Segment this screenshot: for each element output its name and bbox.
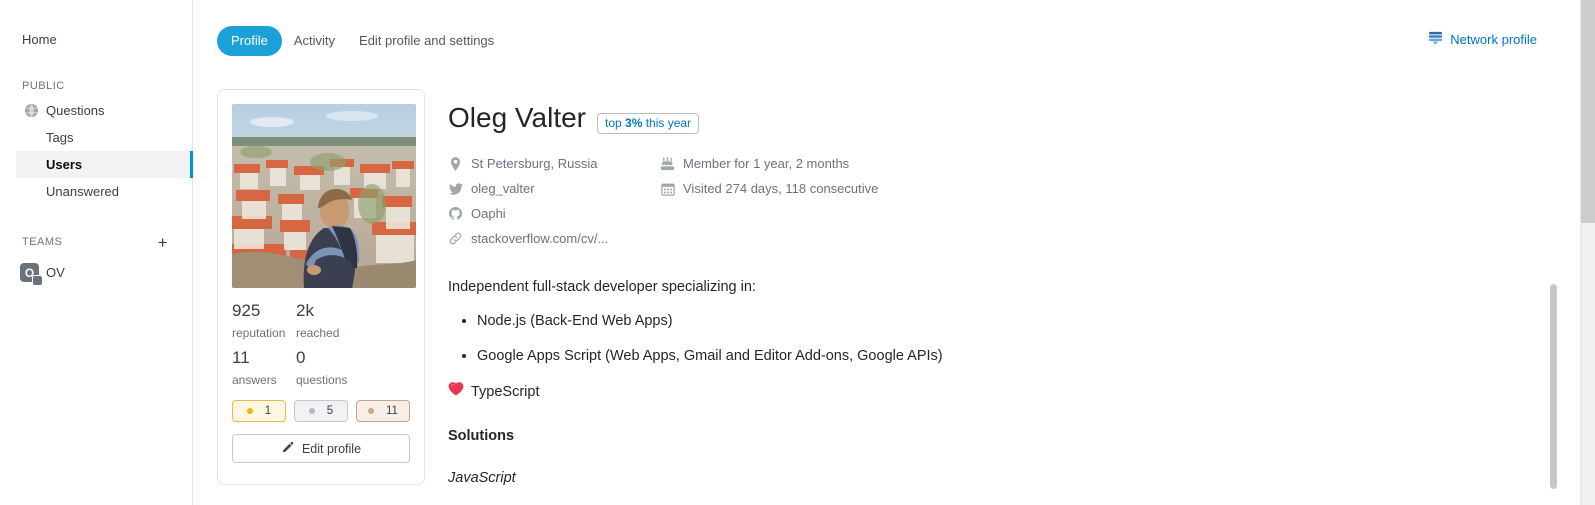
sidebar-section-teams: TEAMS + — [0, 231, 192, 253]
top-percent-badge[interactable]: top 3% this year — [597, 113, 700, 134]
bio-list: Node.js (Back-End Web Apps) Google Apps … — [448, 311, 1488, 366]
network-profile-label: Network profile — [1450, 32, 1537, 47]
sidebar-item-questions-label: Questions — [46, 103, 105, 118]
location-pin-icon — [448, 156, 463, 171]
sidebar-item-unanswered-label: Unanswered — [46, 184, 119, 199]
stat-reached-label: reached — [296, 326, 340, 340]
sidebar-section-public-label: PUBLIC — [22, 80, 65, 92]
gold-badge-icon — [246, 408, 253, 414]
sidebar-item-tags[interactable]: Tags — [0, 124, 192, 151]
profile-meta: St Petersburg, Russia oleg_valter Oaphi — [448, 155, 1488, 247]
tab-profile[interactable]: Profile — [217, 26, 282, 56]
stat-questions-value: 0 — [296, 348, 306, 367]
silver-badge-icon — [308, 408, 315, 414]
sidebar-item-home[interactable]: Home — [0, 26, 192, 53]
meta-website-text: stackoverflow.com/cv/... — [471, 231, 609, 246]
browser-scrollbar-thumb[interactable] — [1581, 0, 1595, 223]
top-percent-value: 3% — [625, 116, 643, 130]
gold-badge-value: 1 — [264, 405, 272, 417]
stat-answers-value: 11 — [232, 348, 250, 367]
page-title: Oleg Valter — [448, 102, 586, 133]
tab-edit-profile-and-settings[interactable]: Edit profile and settings — [347, 26, 506, 56]
bronze-badge-value: 11 — [386, 405, 398, 417]
top-percent-suffix: this year — [642, 116, 692, 130]
browser-scrollbar[interactable] — [1580, 0, 1595, 505]
github-icon — [448, 206, 463, 221]
meta-member-for-text: Member for 1 year, 2 months — [683, 156, 850, 171]
bio-list-item: Node.js (Back-End Web Apps) — [477, 311, 1488, 331]
sidebar-section-public: PUBLIC — [0, 75, 192, 97]
pencil-icon — [281, 441, 294, 457]
network-profile-link[interactable]: Network profile — [1428, 31, 1537, 48]
meta-twitter-text: oleg_valter — [471, 181, 535, 196]
edit-profile-button[interactable]: Edit profile — [232, 434, 410, 463]
sidebar-item-users-label: Users — [46, 157, 83, 172]
bronze-badge-icon — [368, 408, 375, 414]
silver-badge-value: 5 — [326, 405, 334, 417]
meta-location: St Petersburg, Russia — [448, 155, 660, 172]
sidebar-item-tags-label: Tags — [46, 130, 74, 145]
meta-location-text: St Petersburg, Russia — [471, 156, 598, 171]
bio-solutions-subheading: JavaScript — [448, 470, 516, 486]
bio-solutions-heading: Solutions — [448, 428, 515, 444]
profile-card: 925 2k reputation reached 11 0 answers q… — [217, 89, 425, 485]
stat-reached-value: 2k — [296, 301, 314, 320]
profile-main: Oleg Valter top 3% this year St Petersbu… — [448, 100, 1488, 488]
edit-profile-button-label: Edit profile — [301, 441, 362, 456]
silver-badge-count[interactable]: 5 — [294, 400, 348, 422]
sidebar-item-team-ov[interactable]: O OV — [0, 259, 192, 286]
sidebar: Home PUBLIC Questions Tags Users Unanswe… — [0, 0, 193, 505]
heart-icon — [448, 381, 464, 402]
calendar-icon — [660, 181, 675, 196]
tab-activity[interactable]: Activity — [282, 26, 347, 56]
meta-github[interactable]: Oaphi — [448, 205, 660, 222]
sidebar-section-teams-label: TEAMS — [22, 236, 63, 248]
badge-counts: 1 5 11 — [232, 400, 410, 422]
sidebar-item-team-ov-label: OV — [46, 265, 65, 280]
profile-page: Home PUBLIC Questions Tags Users Unanswe… — [0, 0, 1595, 505]
twitter-icon — [448, 181, 463, 196]
sidebar-item-unanswered[interactable]: Unanswered — [0, 178, 192, 205]
profile-stats: 925 2k reputation reached 11 0 answers q… — [232, 300, 410, 392]
sidebar-item-home-label: Home — [22, 32, 57, 47]
meta-visited: Visited 274 days, 118 consecutive — [660, 180, 878, 197]
sidebar-item-questions[interactable]: Questions — [0, 97, 192, 124]
meta-website[interactable]: stackoverflow.com/cv/... — [448, 230, 660, 247]
sidebar-item-users[interactable]: Users — [16, 151, 193, 178]
bio-favorite-tech: TypeScript — [448, 381, 1488, 402]
bio-intro: Independent full-stack developer special… — [448, 279, 756, 295]
content-scrollbar-thumb[interactable] — [1550, 284, 1557, 489]
meta-visited-text: Visited 274 days, 118 consecutive — [683, 181, 879, 196]
stat-questions-label: questions — [296, 373, 348, 387]
meta-github-text: Oaphi — [471, 206, 506, 221]
gold-badge-count[interactable]: 1 — [232, 400, 286, 422]
bio-favorite-tech-label: TypeScript — [471, 383, 540, 400]
top-percent-prefix: top — [605, 116, 626, 130]
globe-icon — [22, 103, 40, 118]
cake-icon — [660, 156, 675, 171]
avatar[interactable] — [232, 104, 416, 288]
add-team-button[interactable]: + — [158, 234, 168, 251]
stat-reputation-value: 925 — [232, 301, 261, 320]
profile-bio: Independent full-stack developer special… — [448, 277, 1488, 488]
meta-twitter[interactable]: oleg_valter — [448, 180, 660, 197]
bronze-badge-count[interactable]: 11 — [356, 400, 410, 422]
stat-answers-label: answers — [232, 373, 277, 387]
bio-list-item: Google Apps Script (Web Apps, Gmail and … — [477, 346, 1488, 366]
stack-layers-icon — [1428, 31, 1443, 48]
stat-reputation-label: reputation — [232, 326, 286, 340]
profile-tabs: Profile Activity Edit profile and settin… — [217, 26, 506, 56]
meta-member-for: Member for 1 year, 2 months — [660, 155, 878, 172]
lock-icon — [32, 275, 43, 286]
profile-header: Oleg Valter top 3% this year — [448, 100, 1488, 136]
team-avatar-icon: O — [20, 263, 43, 286]
link-icon — [448, 231, 463, 246]
